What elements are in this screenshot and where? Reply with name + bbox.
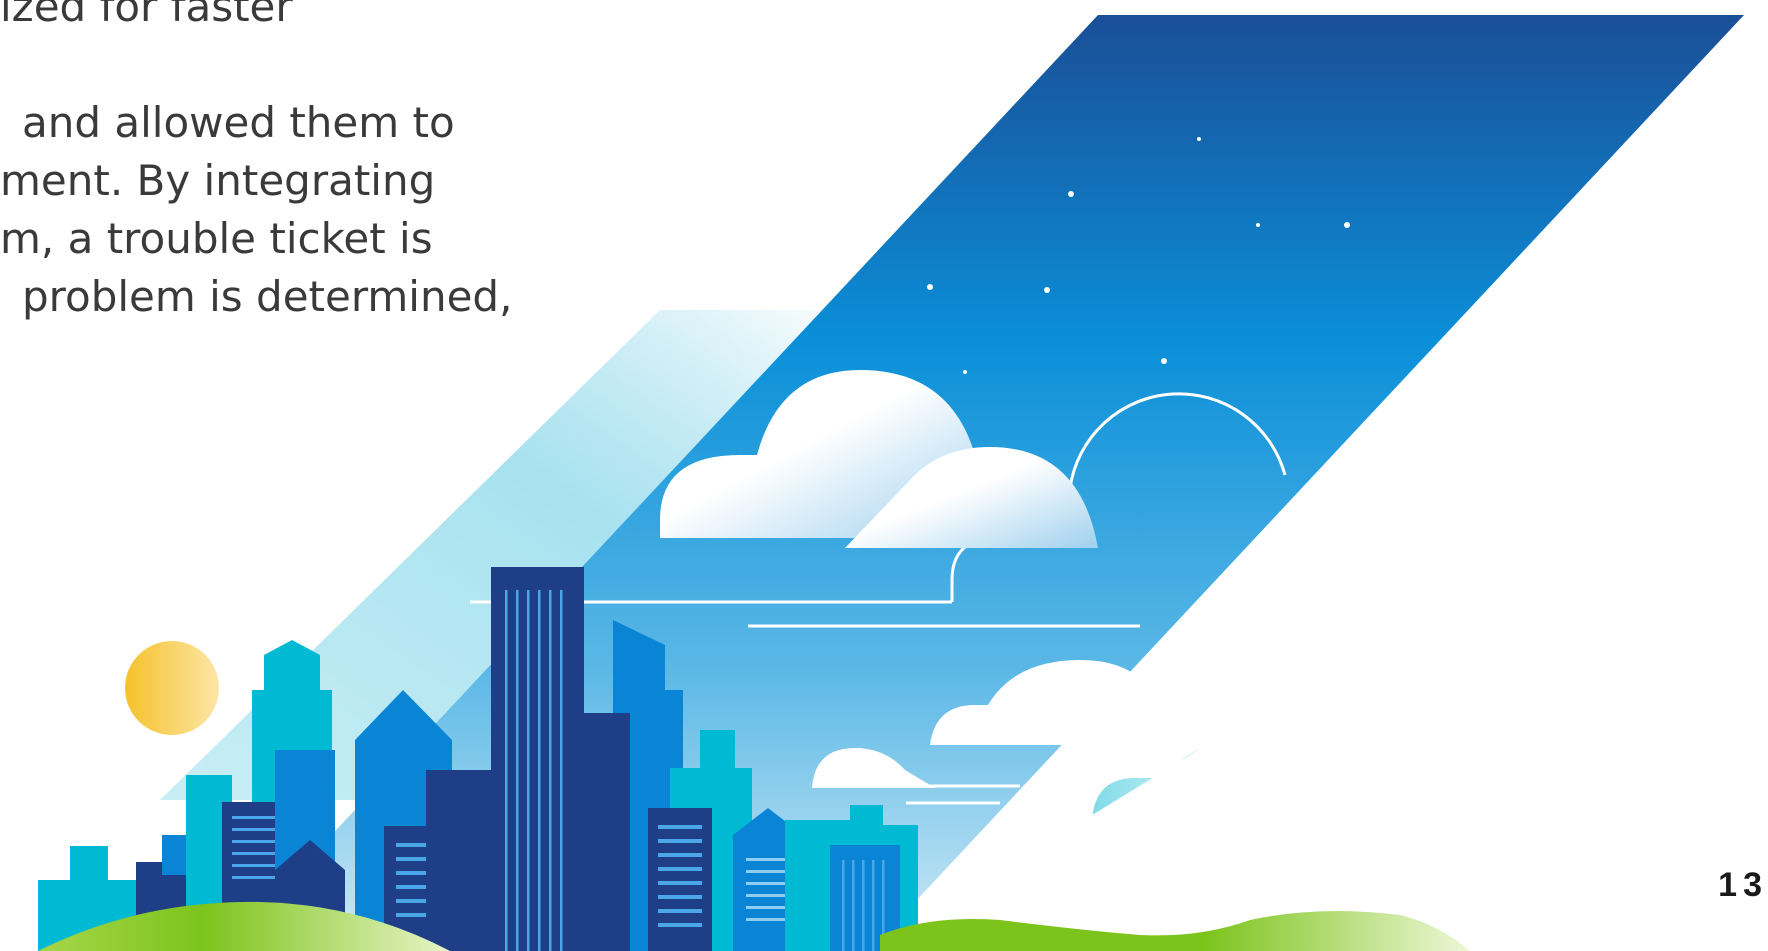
page-number: 13 (1718, 866, 1768, 904)
sun (125, 641, 219, 735)
city-skyline-illustration (38, 15, 1768, 951)
